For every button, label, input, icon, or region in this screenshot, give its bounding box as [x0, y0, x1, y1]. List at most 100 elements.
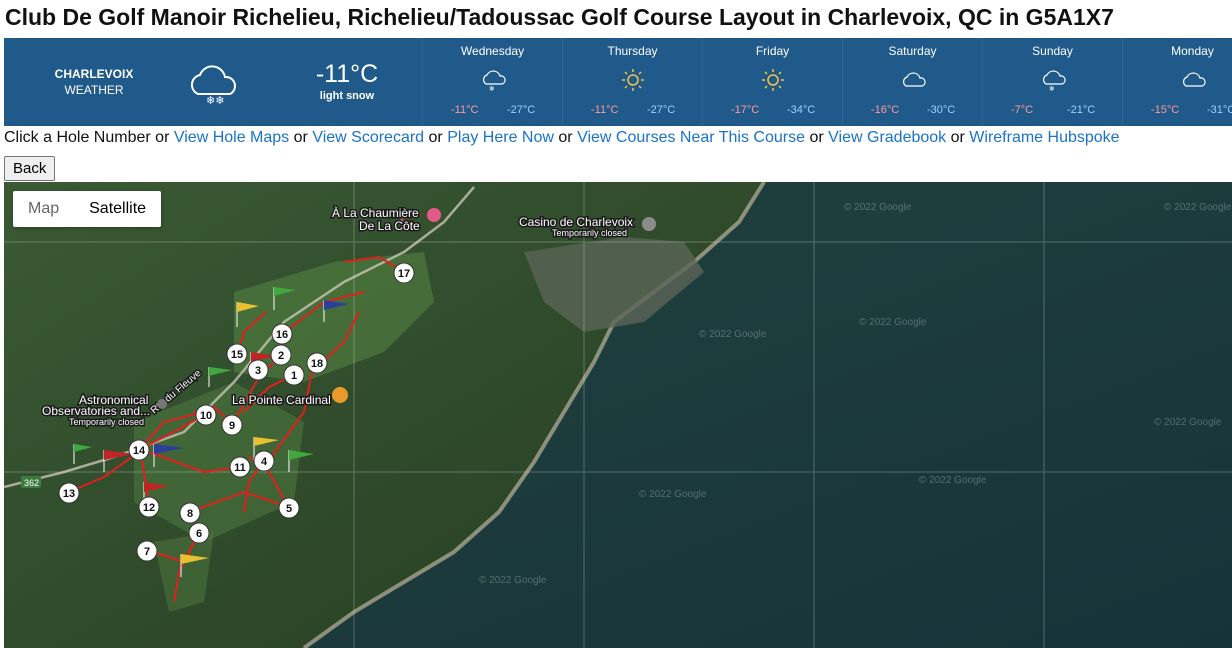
hole-number[interactable]: 8 — [187, 508, 193, 520]
hole-marker[interactable]: 4 — [253, 450, 275, 472]
current-condition: light snow — [319, 90, 375, 102]
map-type-control: Map Satellite — [13, 191, 162, 227]
forecast-day-name: Friday — [755, 44, 790, 58]
hole-marker[interactable]: 6 — [188, 522, 210, 544]
view-hole-maps-link[interactable]: View Hole Maps — [174, 129, 289, 146]
forecast-day: Thursday -11°C -27°C — [562, 38, 702, 126]
google-watermark: © 2022 Google — [919, 475, 987, 486]
courses-near-link[interactable]: View Courses Near This Course — [577, 129, 805, 146]
place-label-pointe: La Pointe Cardinal — [232, 393, 331, 407]
nav-separator: or — [950, 129, 965, 146]
weather-widget[interactable]: CHARLEVOIX WEATHER ❄❄ -11°C light snow W… — [4, 38, 1232, 126]
google-watermark: © 2022 Google — [639, 489, 707, 500]
course-map[interactable]: 3 6 2 À La Chaumière De La Côte Casino de … — [4, 182, 1232, 648]
hole-number[interactable]: 16 — [276, 329, 288, 341]
google-watermark: © 2022 Google — [479, 575, 547, 586]
forecast-day-name: Sunday — [1032, 44, 1073, 58]
hole-marker[interactable]: 1 — [283, 364, 305, 386]
forecast-day: Monday -15°C -31°C — [1122, 38, 1232, 126]
hole-marker[interactable]: 3 — [247, 359, 269, 381]
hole-number[interactable]: 7 — [144, 546, 150, 558]
hole-marker[interactable]: 5 — [278, 497, 300, 519]
back-button[interactable]: Back — [4, 156, 56, 181]
hole-number[interactable]: 13 — [63, 488, 75, 500]
weather-city: CHARLEVOIX — [54, 67, 134, 81]
hole-number[interactable]: 15 — [231, 349, 243, 361]
nav-separator: or — [558, 129, 573, 146]
hole-number[interactable]: 10 — [200, 410, 212, 422]
map-type-satellite-button[interactable]: Satellite — [74, 191, 161, 227]
place-label-chaumiere-2: De La Côte — [359, 219, 420, 233]
svg-text:❄❄: ❄❄ — [206, 94, 224, 107]
google-watermark: © 2022 Google — [1164, 202, 1232, 213]
forecast-day: Sunday ❄ -7°C -21°C — [982, 38, 1122, 126]
forecast-day-name: Thursday — [607, 44, 658, 58]
wireframe-hubspoke-link[interactable]: Wireframe Hubspoke — [969, 129, 1119, 146]
hole-marker[interactable]: 9 — [221, 414, 243, 436]
hole-number[interactable]: 18 — [311, 358, 323, 370]
hole-number[interactable]: 5 — [286, 503, 292, 515]
forecast-day-name: Monday — [1171, 44, 1214, 58]
place-label-observatory-2: Observatories and... — [42, 404, 150, 418]
forecast-day: Friday -17°C -34°C — [702, 38, 842, 126]
google-watermark: © 2022 Google — [844, 202, 912, 213]
cloud-icon — [1183, 72, 1206, 87]
restaurant-pin-icon[interactable] — [427, 208, 441, 222]
svg-text:❄: ❄ — [489, 85, 495, 92]
google-watermark: © 2022 Google — [859, 317, 927, 328]
hole-marker[interactable]: 10 — [195, 404, 217, 426]
observatory-pin-icon[interactable] — [157, 399, 167, 409]
hole-marker[interactable]: 13 — [58, 482, 80, 504]
hole-marker[interactable]: 15 — [226, 343, 248, 365]
forecast-low: -15°C — [1151, 104, 1180, 116]
satellite-imagery[interactable]: 3 6 2 À La Chaumière De La Côte Casino de … — [4, 182, 1232, 648]
nav-separator: or — [293, 129, 308, 146]
hole-number[interactable]: 3 — [255, 365, 261, 377]
view-scorecard-link[interactable]: View Scorecard — [312, 129, 424, 146]
sun-icon — [762, 69, 784, 91]
hole-marker[interactable]: 11 — [229, 456, 251, 478]
road-shield-label: 362 — [24, 478, 39, 488]
food-pin-icon[interactable] — [332, 387, 348, 403]
forecast-low: -16°C — [871, 104, 900, 116]
hole-marker[interactable]: 2 — [270, 344, 292, 366]
hole-marker[interactable]: 7 — [136, 540, 158, 562]
forecast-high: -27°C — [507, 104, 536, 116]
hole-number[interactable]: 4 — [261, 456, 268, 468]
hole-marker[interactable]: 17 — [393, 262, 415, 284]
hole-number[interactable]: 11 — [234, 462, 246, 474]
weather-location: CHARLEVOIX WEATHER — [34, 66, 154, 98]
hole-number[interactable]: 2 — [278, 350, 284, 362]
hole-number[interactable]: 9 — [229, 420, 235, 432]
play-here-now-link[interactable]: Play Here Now — [447, 129, 554, 146]
map-type-map-button[interactable]: Map — [13, 191, 74, 227]
hole-number[interactable]: 14 — [133, 445, 146, 457]
hole-number[interactable]: 17 — [398, 268, 410, 280]
hole-marker[interactable]: 18 — [306, 352, 328, 374]
hole-marker[interactable]: 12 — [138, 496, 160, 518]
casino-pin-icon[interactable] — [642, 217, 656, 231]
svg-text:❄: ❄ — [1049, 85, 1055, 92]
google-watermark: © 2022 Google — [699, 329, 767, 340]
forecast-low: -11°C — [591, 104, 619, 116]
hole-number[interactable]: 12 — [143, 502, 155, 514]
hole-number[interactable]: 1 — [291, 370, 297, 382]
forecast-low: -7°C — [1011, 104, 1034, 116]
nav-separator: or — [428, 129, 443, 146]
forecast-low: -17°C — [731, 104, 760, 116]
place-status-casino: Temporarily closed — [552, 228, 627, 238]
hole-marker[interactable]: 16 — [271, 323, 293, 345]
forecast-high: -30°C — [927, 104, 956, 116]
view-gradebook-link[interactable]: View Gradebook — [828, 129, 946, 146]
forecast-day: Saturday -16°C -30°C — [842, 38, 982, 126]
forecast-low: -11°C — [451, 104, 479, 116]
hole-marker[interactable]: 8 — [179, 502, 201, 524]
hole-number[interactable]: 6 — [196, 528, 202, 540]
forecast-high: -21°C — [1067, 104, 1096, 116]
current-temperature: -11°C — [315, 60, 379, 88]
weather-label: WEATHER — [64, 83, 124, 97]
nav-prefix: Click a Hole Number — [4, 129, 151, 146]
place-label-casino: Casino de Charlevoix — [519, 215, 633, 229]
forecast-high: -27°C — [647, 104, 676, 116]
hole-marker[interactable]: 14 — [128, 439, 150, 461]
